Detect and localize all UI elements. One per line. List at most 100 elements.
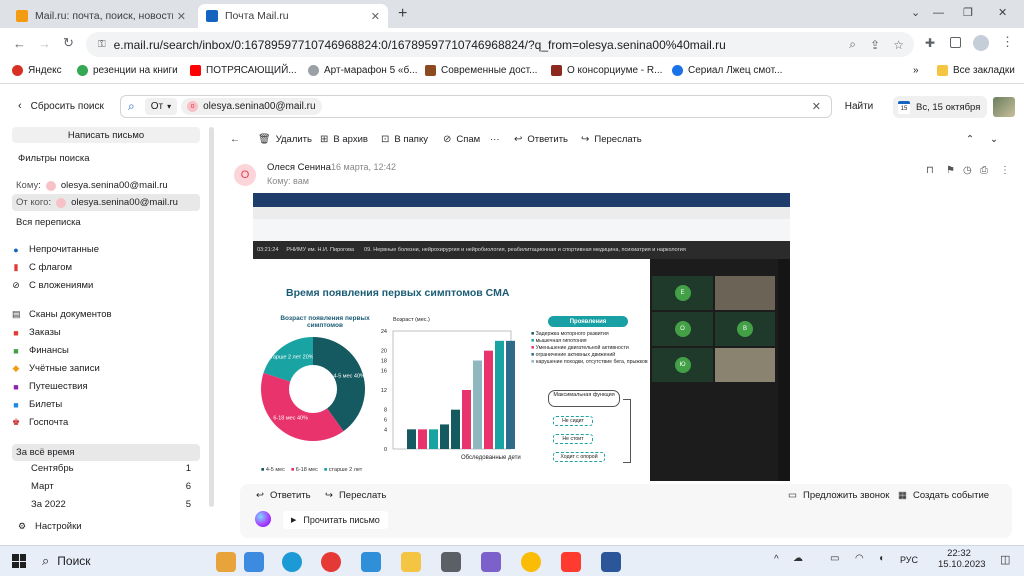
user-avatar[interactable]: [993, 97, 1015, 117]
taskbar-search[interactable]: ⌕ Поиск: [42, 550, 212, 572]
sidebar-item-orders[interactable]: ■ Заказы: [12, 327, 60, 338]
find-button[interactable]: Найти: [837, 96, 881, 117]
tab-mail-ru[interactable]: Mail.ru: почта, поиск, новости, ... ✕: [8, 4, 194, 28]
marusya-assistant-icon[interactable]: [255, 511, 271, 527]
yandex-browser-icon[interactable]: [321, 552, 341, 572]
ms-store-icon[interactable]: [441, 552, 461, 572]
create-event-button[interactable]: ▦ Создать событие: [898, 490, 989, 501]
battery-icon[interactable]: ▭: [830, 553, 839, 564]
minimize-button[interactable]: —: [933, 7, 944, 19]
sender-avatar[interactable]: О: [234, 164, 256, 186]
sidebar-item-unread[interactable]: ● Непрочитанные: [12, 244, 99, 255]
filter-from-row[interactable]: От кого: olesya.senina00@mail.ru: [12, 194, 200, 211]
bookmark-star-icon[interactable]: ☆: [893, 38, 904, 52]
bookmark-item[interactable]: Современные дост...: [425, 65, 537, 76]
compose-button[interactable]: Написать письмо: [12, 127, 200, 143]
word-icon[interactable]: [601, 552, 621, 572]
tab-search-chevron-icon[interactable]: ⌄: [911, 6, 920, 19]
read-aloud-button[interactable]: ▶ Прочитать письмо: [283, 511, 388, 529]
more-bookmarks-button[interactable]: »: [913, 65, 919, 76]
more-vert-icon[interactable]: ⋮: [1000, 165, 1010, 176]
extensions-puzzle-icon[interactable]: ✚: [925, 36, 935, 50]
notifications-icon[interactable]: ◫: [1000, 553, 1010, 566]
bottom-reply-button[interactable]: ↩ Ответить: [256, 490, 311, 501]
all-bookmarks-button[interactable]: Все закладки: [937, 65, 1015, 76]
file-explorer-icon[interactable]: [401, 552, 421, 572]
next-message-button[interactable]: ⌄: [990, 134, 998, 145]
calendar-widget[interactable]: 15 Вс, 15 октября: [893, 96, 987, 118]
flag-icon[interactable]: ⚑: [946, 165, 955, 176]
prev-message-button[interactable]: ⌃: [966, 134, 974, 145]
sender-name[interactable]: Олеся Сенина: [267, 162, 331, 173]
reply-button[interactable]: ↩ Ответить: [514, 134, 568, 145]
participant-tile[interactable]: Е: [652, 276, 713, 310]
bookmark-item[interactable]: О консорциуме - R...: [551, 65, 662, 76]
maximize-button[interactable]: ❐: [963, 6, 973, 19]
bookmark-item[interactable]: ПОТРЯСАЮЩИЙ...: [190, 65, 297, 76]
wifi-icon[interactable]: ◠: [855, 553, 864, 564]
news-widget-icon[interactable]: [216, 552, 236, 572]
onedrive-icon[interactable]: ☁: [793, 553, 803, 564]
app-icon[interactable]: [481, 552, 501, 572]
search-input[interactable]: ⌕ От ▾ о olesya.senina00@mail.ru ✕: [120, 95, 832, 118]
period-item[interactable]: Март 6: [31, 481, 191, 492]
delete-button[interactable]: 🗑 Удалить: [258, 134, 312, 145]
all-threads-item[interactable]: Вся переписка: [16, 217, 81, 228]
reset-search-button[interactable]: ‹ Сбросить поиск: [18, 100, 104, 112]
close-window-button[interactable]: ✕: [998, 6, 1007, 19]
bookmark-icon[interactable]: ⊓: [926, 165, 934, 176]
sidebar-scrollbar[interactable]: [209, 127, 214, 507]
sidebar-item-attachments[interactable]: ⊘ С вложениями: [12, 280, 93, 291]
filter-to-row[interactable]: Кому: olesya.senina00@mail.ru: [12, 177, 200, 194]
period-all-time[interactable]: За всё время: [12, 444, 200, 461]
message-image[interactable]: 03:21:24 РНИМУ им. Н.И. Пирогова 09. Нер…: [253, 193, 790, 481]
edge-browser-icon[interactable]: [282, 552, 302, 572]
period-item[interactable]: За 2022 5: [31, 499, 191, 510]
email-filter-chip[interactable]: о olesya.senina00@mail.ru: [181, 98, 322, 115]
sidebar-item-accounts[interactable]: ◆ Учётные записи: [12, 363, 100, 374]
yandex-app-icon[interactable]: [561, 552, 581, 572]
bookmark-item[interactable]: резенции на книги: [77, 65, 178, 76]
close-tab-icon[interactable]: ✕: [371, 10, 380, 23]
address-bar[interactable]: ⚿ e.mail.ru/search/inbox/0:1678959771074…: [86, 32, 914, 57]
sidebar-item-gosmail[interactable]: ♚ Госпочта: [12, 417, 68, 428]
tab-pochta-mail-ru[interactable]: Почта Mail.ru ✕: [198, 4, 388, 28]
clear-search-icon[interactable]: ✕: [812, 100, 821, 113]
sidebar-item-scans[interactable]: ▤ Сканы документов: [12, 309, 112, 320]
windows-start-icon[interactable]: [12, 554, 26, 568]
participant-video[interactable]: [715, 276, 775, 310]
tray-overflow-icon[interactable]: ^: [774, 554, 779, 565]
settings-item[interactable]: ⚙ Настройки: [18, 521, 82, 532]
profile-avatar-icon[interactable]: [973, 35, 989, 51]
bookmark-item[interactable]: Яндекс: [12, 65, 62, 76]
clock-icon[interactable]: ◷: [963, 165, 972, 176]
site-info-icon[interactable]: ⚿: [98, 39, 106, 50]
spam-button[interactable]: ⊘ Спам: [443, 134, 480, 145]
more-actions-button[interactable]: ···: [490, 134, 500, 145]
forward-arrow-icon[interactable]: →: [38, 36, 51, 51]
participant-tile[interactable]: О: [652, 312, 713, 346]
participant-video[interactable]: [715, 348, 775, 382]
chrome-menu-icon[interactable]: ⋮: [1001, 34, 1014, 50]
participant-tile[interactable]: Ю: [652, 348, 713, 382]
new-tab-button[interactable]: +: [398, 5, 407, 23]
from-filter-chip[interactable]: От ▾: [144, 98, 178, 115]
period-item[interactable]: Сентябрь 1: [31, 463, 191, 474]
invite-call-button[interactable]: ▭ Предложить звонок: [788, 490, 889, 501]
copilot-icon[interactable]: [244, 552, 264, 572]
sidebar-item-flagged[interactable]: ▮ С флагом: [12, 262, 73, 273]
print-icon[interactable]: ⎙: [980, 165, 988, 176]
participant-tile[interactable]: В: [715, 312, 775, 346]
volume-icon[interactable]: ◖: [878, 553, 884, 564]
bookmark-item[interactable]: Арт-марафон 5 «б...: [308, 65, 418, 76]
share-icon[interactable]: ⇪: [870, 38, 880, 52]
taskbar-clock[interactable]: 22:32 15.10.2023: [938, 548, 986, 570]
archive-button[interactable]: ⊞ В архив: [320, 134, 368, 145]
back-arrow-icon[interactable]: ←: [13, 36, 26, 51]
sidebar-item-travel[interactable]: ■ Путешествия: [12, 381, 87, 392]
mail-app-icon[interactable]: [361, 552, 381, 572]
back-to-list-button[interactable]: ←: [230, 134, 245, 145]
bottom-forward-button[interactable]: ↪ Переслать: [325, 490, 386, 501]
input-language[interactable]: РУС: [900, 555, 918, 565]
zoom-icon[interactable]: ⌕: [849, 37, 856, 52]
